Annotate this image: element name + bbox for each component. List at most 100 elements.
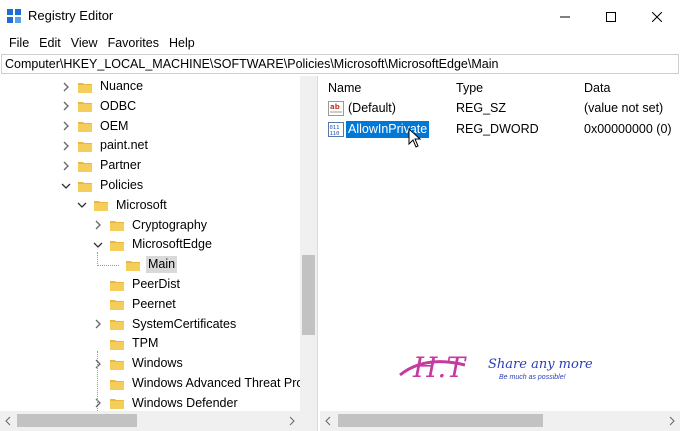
menu-edit[interactable]: Edit <box>34 33 66 53</box>
tree-item[interactable]: OEM <box>60 117 130 136</box>
tree-item[interactable]: Policies <box>60 176 145 195</box>
value-type: REG_DWORD <box>456 122 539 136</box>
value-row[interactable]: ab (Default) REG_SZ (value not set) <box>326 99 680 118</box>
folder-icon <box>110 318 124 331</box>
chevron-right-icon[interactable] <box>60 81 72 93</box>
tree-vertical-scrollbar[interactable] <box>300 76 317 411</box>
watermark-logo-icon: H.T <box>399 351 467 384</box>
chevron-down-icon[interactable] <box>92 239 104 251</box>
tree-item[interactable]: TPM <box>92 334 160 353</box>
tree-item[interactable]: PeerDist <box>92 275 182 294</box>
tree-item[interactable]: SystemCertificates <box>92 315 238 334</box>
value-name[interactable]: (Default) <box>346 100 398 117</box>
chevron-down-icon[interactable] <box>76 199 88 211</box>
tree-item[interactable]: Partner <box>60 156 143 175</box>
tree-item[interactable]: Windows <box>92 354 185 373</box>
menu-file[interactable]: File <box>4 33 34 53</box>
tree-item[interactable]: MicrosoftEdge <box>92 235 214 254</box>
tree-item-label: Microsoft <box>116 197 167 212</box>
chevron-right-icon[interactable] <box>60 160 72 172</box>
tree-item[interactable]: Cryptography <box>92 216 209 235</box>
tree-item-label: Peernet <box>132 296 176 311</box>
column-name[interactable]: Name <box>328 81 361 95</box>
tree-item[interactable]: paint.net <box>60 136 150 155</box>
mouse-cursor-icon <box>408 128 422 148</box>
scroll-right-icon[interactable] <box>283 411 300 431</box>
folder-icon <box>110 378 124 390</box>
column-data[interactable]: Data <box>584 81 610 95</box>
registry-editor-icon <box>7 9 21 23</box>
folder-icon <box>78 100 92 113</box>
value-data: (value not set) <box>584 101 664 115</box>
folder-icon <box>110 338 124 350</box>
tree-item[interactable]: Peernet <box>92 295 178 314</box>
chevron-right-icon[interactable] <box>92 397 104 409</box>
tree-item-label: SystemCertificates <box>132 316 237 331</box>
dword-value-icon: 011 110 <box>328 122 344 137</box>
column-type[interactable]: Type <box>456 81 483 95</box>
folder-icon <box>110 219 124 232</box>
tree-item-label: Windows Advanced Threat Pro <box>132 376 304 390</box>
address-bar[interactable]: Computer\HKEY_LOCAL_MACHINE\SOFTWARE\Pol… <box>1 54 679 74</box>
tree-item[interactable]: Windows Defender <box>92 394 240 413</box>
tree-item-label: Main <box>146 256 178 274</box>
chevron-down-icon[interactable] <box>60 180 72 192</box>
list-horizontal-scroll-thumb[interactable] <box>338 414 543 427</box>
tree-item[interactable]: Nuance <box>60 77 145 96</box>
folder-icon <box>110 279 124 291</box>
menu-help[interactable]: Help <box>164 33 200 53</box>
tree-item-label: Windows <box>132 356 183 371</box>
folder-icon <box>110 239 124 251</box>
tree-item-label: Windows Defender <box>132 395 238 410</box>
maximize-button[interactable] <box>588 0 634 33</box>
watermark-logo-text: H.T <box>412 351 467 384</box>
watermark-line-1: Share any more <box>488 357 593 372</box>
string-value-icon: ab <box>328 101 344 116</box>
chevron-right-icon[interactable] <box>92 318 104 330</box>
scroll-left-icon[interactable] <box>0 411 17 431</box>
menu-view[interactable]: View <box>66 33 103 53</box>
chevron-right-icon[interactable] <box>92 219 104 231</box>
tree-item[interactable]: Windows Advanced Threat Pro <box>92 374 305 393</box>
folder-icon <box>78 81 92 93</box>
chevron-right-icon[interactable] <box>60 140 72 152</box>
close-button[interactable] <box>634 0 680 33</box>
tree-item-label: Cryptography <box>132 217 208 232</box>
tree-connector <box>97 252 98 266</box>
menu-favorites[interactable]: Favorites <box>103 33 164 53</box>
minimize-button[interactable] <box>542 0 588 33</box>
chevron-right-icon[interactable] <box>60 100 72 112</box>
chevron-right-icon[interactable] <box>60 120 72 132</box>
tree-item-label: Nuance <box>100 79 144 93</box>
folder-icon <box>78 140 92 152</box>
tree-horizontal-scroll-thumb[interactable] <box>17 414 137 427</box>
folder-icon <box>94 199 108 212</box>
scroll-left-icon[interactable] <box>320 411 337 431</box>
folder-icon <box>110 358 124 370</box>
key-tree[interactable]: Nuance ODBC OEM paint.net Partner Policies Mic… <box>0 76 318 431</box>
value-data: 0x00000000 (0) <box>584 122 672 136</box>
tree-item-label: MicrosoftEdge <box>132 237 212 252</box>
tree-vertical-scroll-thumb[interactable] <box>302 255 315 335</box>
menu-bar: File Edit View Favorites Help <box>0 33 680 53</box>
tree-item-label: TPM <box>132 336 159 351</box>
tree-connector <box>97 265 119 266</box>
maximize-icon <box>606 11 616 22</box>
tree-item[interactable]: ODBC <box>60 97 138 116</box>
watermark-line-2: Be much as possible! <box>499 374 566 381</box>
tree-item-label: ODBC <box>100 98 137 113</box>
title-bar: Registry Editor <box>0 0 680 33</box>
chevron-right-icon[interactable] <box>92 358 104 370</box>
folder-icon <box>110 298 124 311</box>
tree-item-label: paint.net <box>100 138 148 153</box>
scroll-right-icon[interactable] <box>663 411 680 431</box>
value-row[interactable]: 011 110 AllowInPrivate REG_DWORD 0x00000… <box>326 120 680 139</box>
folder-icon <box>78 160 92 172</box>
tree-item-label: OEM <box>100 118 129 133</box>
tree-item[interactable]: Microsoft <box>76 196 169 215</box>
scroll-corner <box>300 411 317 431</box>
